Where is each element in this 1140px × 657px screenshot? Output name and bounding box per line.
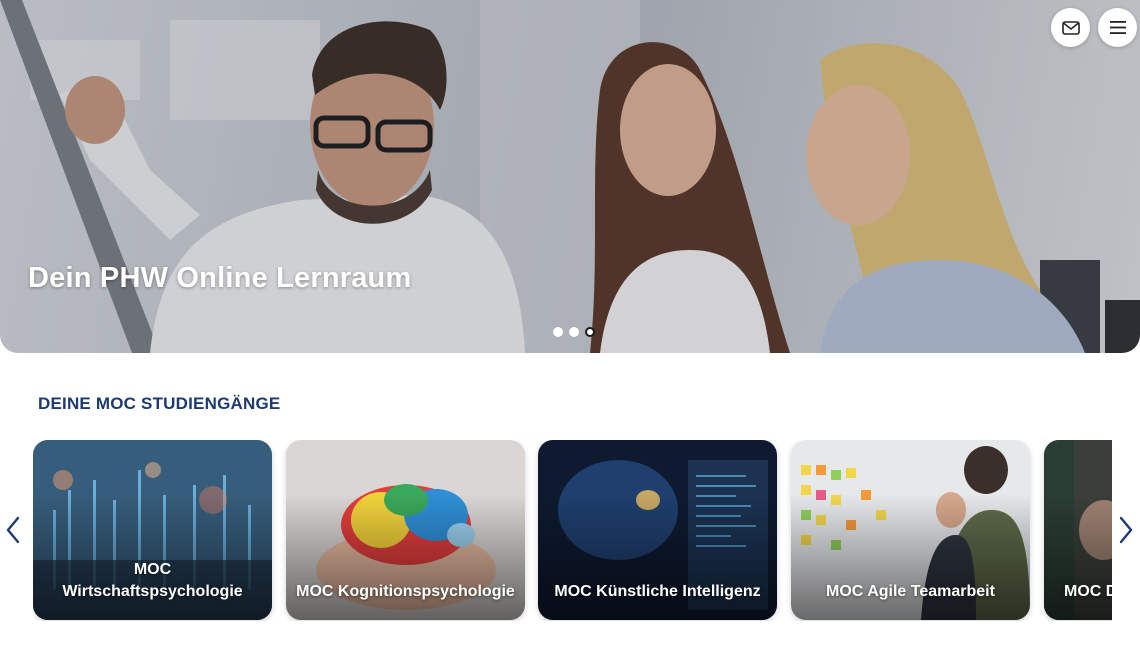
hero-image: [0, 0, 1140, 353]
slide-indicator: [553, 327, 595, 337]
slide-dot-1[interactable]: [553, 327, 563, 337]
slide-dot-2[interactable]: [569, 327, 579, 337]
card-title: MOC Künstliche Intelligenz: [554, 583, 761, 600]
course-card-agile-teamarbeit[interactable]: MOC Agile Teamarbeit: [791, 440, 1030, 620]
card-title-line-2: Wirtschaftspsychologie: [62, 583, 243, 600]
course-card-partial[interactable]: MOC D: [1044, 440, 1112, 620]
mail-icon: [1061, 20, 1080, 35]
card-label: MOC Agile Teamarbeit: [791, 581, 1030, 603]
card-label: MOC D: [1064, 581, 1112, 603]
card-label: MOC Kognitionspsychologie: [286, 581, 525, 603]
card-title: MOC Kognitionspsychologie: [296, 583, 515, 600]
hamburger-menu-icon: [1109, 21, 1126, 34]
card-label: MOC Künstliche Intelligenz: [538, 581, 777, 603]
card-title-line-1: MOC: [133, 561, 172, 578]
card-title: MOC Agile Teamarbeit: [826, 583, 995, 600]
mail-button[interactable]: [1051, 8, 1090, 47]
menu-button[interactable]: [1098, 8, 1137, 47]
carousel-next-arrow-icon[interactable]: [1118, 516, 1134, 544]
course-card-kuenstliche-intelligenz[interactable]: MOC Künstliche Intelligenz: [538, 440, 777, 620]
card-label: MOC Wirtschaftspsychologie: [33, 559, 272, 603]
hero-title: Dein PHW Online Lernraum: [28, 262, 412, 294]
card-title: MOC D: [1064, 583, 1112, 600]
carousel-prev-arrow-icon[interactable]: [5, 516, 21, 544]
course-card-kognitionspsychologie[interactable]: MOC Kognitionspsychologie: [286, 440, 525, 620]
course-card-wirtschaftspsychologie[interactable]: MOC Wirtschaftspsychologie: [33, 440, 272, 620]
hero-banner: Dein PHW Online Lernraum: [0, 0, 1140, 353]
slide-dot-3[interactable]: [585, 327, 595, 337]
section-title: DEINE MOC STUDIENGÄNGE: [38, 394, 281, 413]
course-carousel: MOC Wirtschaftspsychologie MOC Kognition…: [33, 440, 1112, 621]
